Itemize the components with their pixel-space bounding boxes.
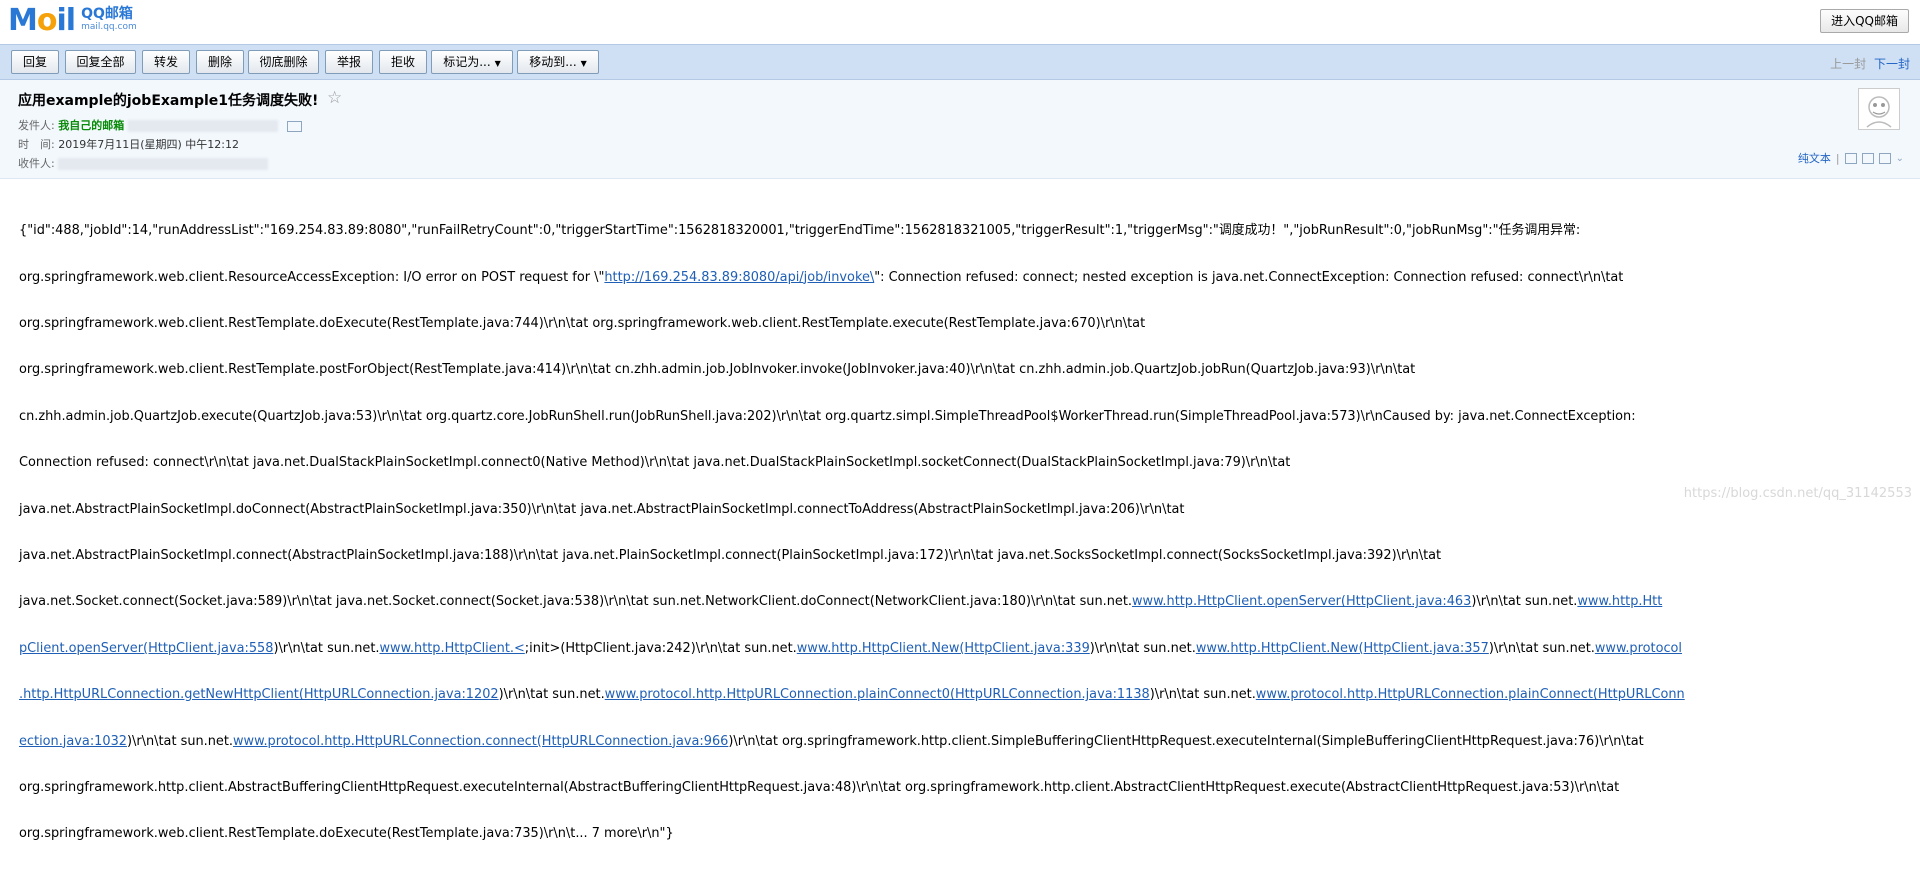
watermark: https://blog.csdn.net/qq_31142553 xyxy=(1683,486,1912,501)
mail-body: {"id":488,"jobId":14,"runAddressList":"1… xyxy=(19,196,1899,869)
body-link[interactable]: pClient.openServer(HttpClient.java:558 xyxy=(19,641,273,656)
body-line: org.springframework.web.client.RestTempl… xyxy=(19,362,1416,378)
body-link[interactable]: www.http.HttpClient.openServer(HttpClien… xyxy=(1132,594,1471,609)
view-options: 纯文本 | ⌄ xyxy=(1798,150,1904,166)
body-line: cn.zhh.admin.job.QuartzJob.execute(Quart… xyxy=(19,408,1636,424)
avatar xyxy=(1858,88,1900,130)
body-line: org.springframework.http.client.Abstract… xyxy=(19,780,1620,796)
body-line: org.springframework.web.client.ResourceA… xyxy=(19,269,1624,285)
move-to-label: 移动到... xyxy=(529,55,577,69)
body-line: java.net.AbstractPlainSocketImpl.connect… xyxy=(19,548,1442,564)
body-link[interactable]: http://169.254.83.89:8080/api/job/invoke… xyxy=(604,270,874,285)
body-line: java.net.Socket.connect(Socket.java:589)… xyxy=(19,594,1663,610)
body-link[interactable]: www.protocol.http.HttpURLConnection.conn… xyxy=(233,734,728,749)
body-line: {"id":488,"jobId":14,"runAddressList":"1… xyxy=(19,223,1581,239)
redacted-recipient xyxy=(58,158,269,170)
logo-domain-text: mail.qq.com xyxy=(81,22,137,32)
enter-qq-mail-button[interactable]: 进入QQ邮箱 xyxy=(1820,9,1909,33)
report-button[interactable]: 举报 xyxy=(325,50,373,74)
print-icon[interactable] xyxy=(1844,152,1857,164)
mark-as-label: 标记为... xyxy=(443,55,491,69)
mail-subject: 应用example的jobExample1任务调度失败! xyxy=(18,93,319,109)
move-to-dropdown[interactable]: 移动到... ▼ xyxy=(517,50,599,74)
sender-row: 发件人: 我自己的邮箱 xyxy=(18,117,303,133)
chevron-down-icon[interactable]: ⌄ xyxy=(1896,153,1904,164)
body-line: org.springframework.web.client.RestTempl… xyxy=(19,316,1146,332)
delete-permanently-button[interactable]: 彻底删除 xyxy=(248,50,319,74)
mail-header: 应用example的jobExample1任务调度失败! ☆ 发件人: 我自己的… xyxy=(0,80,1920,179)
body-link[interactable]: www.http.HttpClient.< xyxy=(379,641,524,656)
time-label: 时 间: xyxy=(18,138,55,151)
sender-name[interactable]: 我自己的邮箱 xyxy=(58,119,124,132)
prev-mail-link[interactable]: 上一封 xyxy=(1830,57,1866,71)
save-icon[interactable] xyxy=(1878,152,1891,164)
reply-button[interactable]: 回复 xyxy=(11,50,59,74)
body-line: pClient.openServer(HttpClient.java:558)\… xyxy=(19,640,1683,656)
body-link[interactable]: www.protocol.http.HttpURLConnection.plai… xyxy=(1256,687,1685,702)
contact-card-icon[interactable] xyxy=(287,120,303,132)
new-window-icon[interactable] xyxy=(1861,152,1874,164)
body-link[interactable]: .http.HttpURLConnection.getNewHttpClient… xyxy=(19,687,499,702)
body-link[interactable]: www.protocol.http.HttpURLConnection.plai… xyxy=(605,687,1150,702)
body-link[interactable]: ection.java:1032 xyxy=(19,734,127,749)
separator: | xyxy=(1835,151,1840,165)
body-line: ection.java:1032)\r\n\tat sun.net.www.pr… xyxy=(19,733,1644,749)
sender-label: 发件人: xyxy=(18,119,55,132)
star-icon[interactable]: ☆ xyxy=(327,88,342,108)
body-line: java.net.AbstractPlainSocketImpl.doConne… xyxy=(19,501,1185,517)
time-row: 时 间: 2019年7月11日(星期四) 中午12:12 xyxy=(18,136,239,152)
qq-mail-logo[interactable]: Moil QQ邮箱 mail.qq.com xyxy=(8,4,137,38)
body-line: Connection refused: connect\r\n\tat java… xyxy=(19,455,1291,471)
body-link[interactable]: www.http.HttpClient.New(HttpClient.java:… xyxy=(1196,641,1489,656)
mail-pager: 上一封 下一封 xyxy=(1830,55,1910,72)
recipient-label: 收件人: xyxy=(18,157,55,170)
delete-button[interactable]: 删除 xyxy=(196,50,244,74)
forward-button[interactable]: 转发 xyxy=(142,50,190,74)
body-link[interactable]: www.http.Htt xyxy=(1577,594,1662,609)
body-line: org.springframework.web.client.RestTempl… xyxy=(19,826,674,842)
reject-button[interactable]: 拒收 xyxy=(379,50,427,74)
logo-qq-text: QQ邮箱 xyxy=(81,6,133,22)
plain-text-link[interactable]: 纯文本 xyxy=(1798,150,1831,166)
reply-all-button[interactable]: 回复全部 xyxy=(65,50,136,74)
logo-caption: QQ邮箱 mail.qq.com xyxy=(81,6,137,34)
body-line: .http.HttpURLConnection.getNewHttpClient… xyxy=(19,687,1685,703)
body-link[interactable]: www.protocol xyxy=(1595,641,1682,656)
mark-as-dropdown[interactable]: 标记为... ▼ xyxy=(431,50,513,74)
recipient-row: 收件人: xyxy=(18,155,269,171)
top-bar: Moil QQ邮箱 mail.qq.com 进入QQ邮箱 xyxy=(0,0,1920,42)
redacted-sender-address xyxy=(127,120,278,132)
time-value: 2019年7月11日(星期四) 中午12:12 xyxy=(58,138,239,151)
next-mail-link[interactable]: 下一封 xyxy=(1874,57,1910,71)
chevron-down-icon: ▼ xyxy=(580,59,587,68)
logo-wordmark: Moil xyxy=(8,3,76,38)
chevron-down-icon: ▼ xyxy=(494,59,501,68)
body-link[interactable]: www.http.HttpClient.New(HttpClient.java:… xyxy=(797,641,1090,656)
mail-toolbar: 回复 回复全部 转发 删除 彻底删除 举报 拒收 标记为... ▼ 移动到... ▼… xyxy=(0,44,1920,80)
